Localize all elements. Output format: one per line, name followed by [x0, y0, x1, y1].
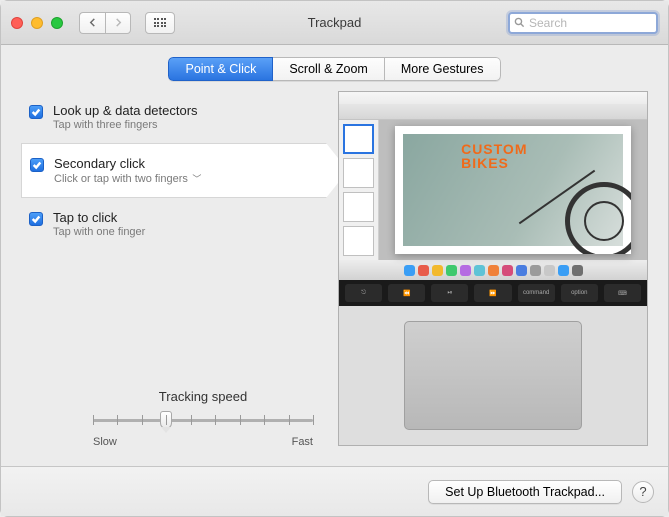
close-icon[interactable]	[11, 17, 23, 29]
tab-bar: Point & Click Scroll & Zoom More Gesture…	[1, 45, 668, 91]
thumbnail-2	[343, 158, 374, 188]
preview-touchbar: ⎋ ⏪ ⏯ ⏩ command option ⌨	[339, 280, 647, 306]
show-all-button[interactable]	[145, 12, 175, 34]
checkbox-secondary-click[interactable]	[30, 158, 44, 172]
bicycle-icon	[565, 182, 631, 254]
slider-endpoints: Slow Fast	[93, 436, 313, 448]
slider-min-label: Slow	[93, 436, 117, 448]
tab-more-gestures[interactable]: More Gestures	[385, 57, 501, 81]
preview-dock	[339, 260, 647, 280]
option-title: Look up & data detectors	[53, 103, 198, 118]
slider-max-label: Fast	[292, 436, 313, 448]
preview-canvas: CUSTOMBIKES	[379, 120, 647, 260]
footer: Set Up Bluetooth Trackpad... ?	[1, 466, 668, 516]
zoom-icon[interactable]	[51, 17, 63, 29]
tab-point-and-click[interactable]: Point & Click	[168, 57, 273, 81]
preview-trackpad	[404, 321, 583, 429]
preview-app: CUSTOMBIKES	[339, 104, 647, 280]
help-button[interactable]: ?	[632, 481, 654, 503]
option-title: Secondary click	[54, 156, 201, 171]
option-desc-dropdown[interactable]: Click or tap with two fingers ﹀	[54, 172, 201, 185]
option-desc: Tap with one finger	[53, 226, 145, 238]
thumbnail-4	[343, 226, 374, 256]
preview-thumbnails	[339, 120, 379, 260]
thumbnail-1	[343, 124, 374, 154]
tab-scroll-and-zoom[interactable]: Scroll & Zoom	[273, 57, 385, 81]
tracking-speed-label: Tracking speed	[93, 389, 313, 404]
preview-page: CUSTOMBIKES	[395, 126, 631, 255]
preview-toolbar	[339, 104, 647, 120]
option-title: Tap to click	[53, 210, 145, 225]
preview-overlay-text: CUSTOMBIKES	[461, 142, 527, 170]
chevron-down-icon: ﹀	[190, 174, 202, 184]
window-controls	[11, 17, 63, 29]
gesture-preview: CUSTOMBIKES ⎋ ⏪ ⏯ ⏩	[338, 91, 648, 446]
grid-icon	[154, 18, 167, 27]
tracking-speed-slider[interactable]	[93, 410, 313, 430]
minimize-icon[interactable]	[31, 17, 43, 29]
nav-buttons	[79, 12, 131, 34]
forward-button[interactable]	[105, 12, 131, 34]
preview-laptop-body	[339, 306, 647, 445]
setup-bluetooth-trackpad-button[interactable]: Set Up Bluetooth Trackpad...	[428, 480, 622, 504]
option-look-up[interactable]: Look up & data detectors Tap with three …	[21, 91, 326, 143]
preview-menubar	[339, 92, 647, 104]
thumbnail-3	[343, 192, 374, 222]
option-desc: Tap with three fingers	[53, 119, 198, 131]
search-placeholder: Search	[529, 16, 567, 30]
tracking-speed-control: Tracking speed Slow Fast	[93, 389, 313, 448]
option-secondary-click[interactable]: Secondary click Click or tap with two fi…	[21, 143, 326, 198]
option-tap-to-click[interactable]: Tap to click Tap with one finger	[21, 198, 326, 250]
titlebar: Trackpad Search	[1, 1, 668, 45]
checkbox-tap-to-click[interactable]	[29, 212, 43, 226]
checkbox-look-up[interactable]	[29, 105, 43, 119]
back-button[interactable]	[79, 12, 105, 34]
search-input[interactable]: Search	[508, 12, 658, 34]
search-icon	[514, 17, 525, 28]
